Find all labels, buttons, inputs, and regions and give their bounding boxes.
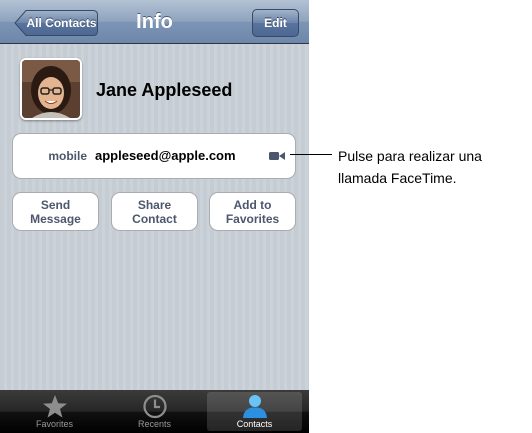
callout-line2: llamada FaceTime. (338, 170, 457, 186)
tab-contacts[interactable]: Contacts (207, 392, 302, 431)
facetime-callout: Pulse para realizar una llamada FaceTime… (338, 145, 482, 189)
navigation-bar: All Contacts Info Edit (0, 0, 309, 44)
star-icon (43, 395, 67, 418)
person-icon (243, 395, 267, 418)
send-message-label-line1: Send (40, 198, 71, 212)
tab-recents[interactable]: Recents (107, 392, 202, 431)
share-contact-label-line1: Share (137, 198, 172, 212)
add-to-favorites-label-line1: Add to (233, 198, 272, 212)
callout-line1: Pulse para realizar una (338, 148, 482, 164)
add-to-favorites-label-line2: Favorites (225, 212, 280, 226)
email-type-label: mobile (48, 149, 87, 163)
clock-icon (143, 394, 167, 419)
callout-leader-line (290, 154, 332, 155)
email-address: appleseed@apple.com (95, 148, 236, 163)
tab-contacts-label: Contacts (236, 419, 273, 429)
contact-avatar[interactable] (20, 58, 82, 120)
facetime-icon[interactable] (269, 151, 285, 161)
tab-bar: Favorites Recents Contacts (0, 390, 309, 433)
contact-info-view: Jane Appleseed mobile appleseed@apple.co… (0, 44, 309, 390)
add-to-favorites-button[interactable]: Add to Favorites (209, 192, 296, 231)
share-contact-button[interactable]: Share Contact (111, 192, 198, 231)
tab-recents-label: Recents (137, 419, 172, 429)
phone-screen: All Contacts Info Edit Jane Appleseed mo… (0, 0, 309, 433)
email-row[interactable]: mobile appleseed@apple.com (12, 133, 296, 179)
share-contact-label-line2: Contact (132, 212, 177, 226)
edit-button[interactable]: Edit (252, 9, 299, 37)
send-message-button[interactable]: Send Message (12, 192, 99, 231)
tab-favorites-label: Favorites (35, 419, 73, 429)
tab-favorites[interactable]: Favorites (7, 392, 102, 431)
contact-name: Jane Appleseed (96, 80, 233, 100)
send-message-label-line2: Message (30, 212, 81, 226)
